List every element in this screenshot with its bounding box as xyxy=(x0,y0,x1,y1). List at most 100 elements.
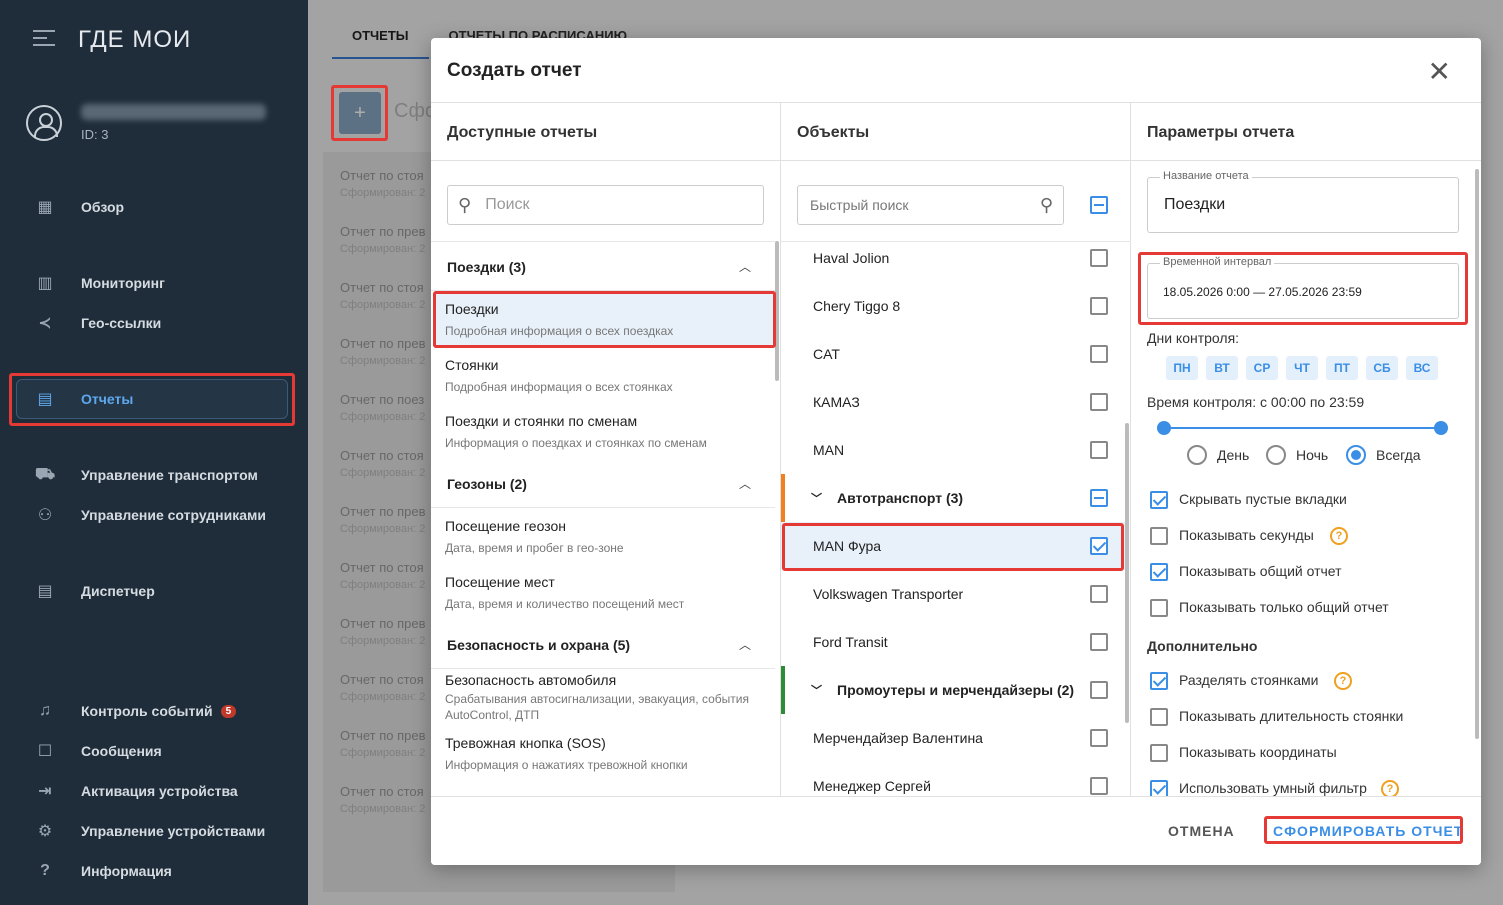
chevron-down-icon[interactable]: ﹀ xyxy=(811,682,822,698)
checkbox-only-summary[interactable] xyxy=(1150,599,1168,617)
people-icon: ⚇ xyxy=(37,507,53,524)
checkbox-checked[interactable] xyxy=(1090,537,1108,555)
sidebar: ГДЕ МОИ ID: 3 ▦ Обзор ▥ Мониторинг ≺ Гео-сс… xyxy=(0,0,308,905)
generate-report-button[interactable]: СФОРМИРОВАТЬ ОТЧЕТ xyxy=(1273,823,1463,839)
report-item-sos[interactable]: Тревожная кнопка (SOS) Информация о нажат… xyxy=(445,735,775,773)
sidebar-item-info[interactable]: ? Информация xyxy=(35,859,172,883)
chevron-down-icon[interactable]: ﹀ xyxy=(811,490,822,506)
checkbox[interactable] xyxy=(1090,249,1108,267)
checkbox-hide-empty[interactable] xyxy=(1150,491,1168,509)
day-mon[interactable]: ПН xyxy=(1166,356,1198,380)
extra-header: Дополнительно xyxy=(1147,638,1258,654)
sidebar-item-events[interactable]: ♫ Контроль событий 5 xyxy=(35,699,237,723)
object-group-row[interactable]: ﹀ Промоутеры и мерчендайзеры (2) xyxy=(781,666,1129,714)
object-row[interactable]: Haval Jolion xyxy=(781,234,1129,282)
object-row[interactable]: Ford Transit xyxy=(781,618,1129,666)
checkbox-show-summary[interactable] xyxy=(1150,563,1168,581)
day-wed[interactable]: СР xyxy=(1246,356,1278,380)
object-row[interactable]: Chery Tiggo 8 xyxy=(781,282,1129,330)
time-slider-end-handle[interactable] xyxy=(1434,421,1448,435)
params-header: Параметры отчета xyxy=(1147,124,1295,141)
radio-day[interactable] xyxy=(1187,445,1207,465)
object-row[interactable]: MAN xyxy=(781,426,1129,474)
reports-search-input[interactable]: ⚲ Поиск xyxy=(447,185,764,225)
day-tue[interactable]: ВТ xyxy=(1206,356,1238,380)
object-row[interactable]: КАМАЗ xyxy=(781,378,1129,426)
group-checkbox[interactable] xyxy=(1090,489,1108,507)
sidebar-item-dispatcher[interactable]: ▤ Диспетчер xyxy=(35,579,154,603)
checkbox-show-seconds[interactable] xyxy=(1150,527,1168,545)
object-row[interactable]: Мерчендайзер Валентина xyxy=(781,714,1129,762)
report-name-field[interactable]: Название отчета Поездки xyxy=(1147,170,1459,233)
checkbox-split-by-parking[interactable] xyxy=(1150,672,1168,690)
help-icon[interactable]: ? xyxy=(1330,527,1348,545)
object-group-row[interactable]: ﹀ Автотранспорт (3) xyxy=(781,474,1129,522)
report-item-parking[interactable]: Стоянки Подробная информация о всех стоян… xyxy=(445,357,775,395)
divider xyxy=(431,241,775,242)
object-row[interactable]: CAT xyxy=(781,330,1129,378)
sidebar-item-activation[interactable]: ⇥ Активация устройства xyxy=(35,779,237,803)
group-geozones[interactable]: Геозоны (2) xyxy=(447,476,527,492)
sidebar-item-monitoring[interactable]: ▥ Мониторинг xyxy=(35,271,165,295)
sidebar-item-geolinks[interactable]: ≺ Гео-ссылки xyxy=(35,311,161,335)
help-icon[interactable]: ? xyxy=(1334,672,1352,690)
chevron-up-icon[interactable]: ︿ xyxy=(739,258,751,275)
menu-icon[interactable] xyxy=(33,30,55,48)
option-label: Использовать умный фильтр xyxy=(1179,780,1367,796)
sidebar-item-messages[interactable]: ☐ Сообщения xyxy=(35,739,162,763)
time-slider-start-handle[interactable] xyxy=(1157,421,1171,435)
scrollbar[interactable] xyxy=(1475,169,1479,739)
share-icon: ≺ xyxy=(38,315,52,332)
report-item-geozone-visits[interactable]: Посещение геозон Дата, время и пробег в г… xyxy=(445,518,775,556)
avatar[interactable] xyxy=(26,105,62,141)
scrollbar[interactable] xyxy=(775,241,779,381)
report-item-shifts[interactable]: Поездки и стоянки по сменам Информация о … xyxy=(445,413,775,451)
checkbox[interactable] xyxy=(1090,777,1108,795)
checkbox[interactable] xyxy=(1090,345,1108,363)
group-security[interactable]: Безопасность и охрана (5) xyxy=(447,637,630,653)
checkbox[interactable] xyxy=(1090,633,1108,651)
option-label: Показывать координаты xyxy=(1179,744,1337,760)
sidebar-item-reports[interactable]: ▤ Отчеты xyxy=(35,387,133,411)
sidebar-item-employees[interactable]: ⚇ Управление сотрудниками xyxy=(35,503,266,527)
day-sat[interactable]: СБ xyxy=(1366,356,1398,380)
checkbox[interactable] xyxy=(1090,297,1108,315)
report-item-trips[interactable]: Поездки Подробная информация о всех поезд… xyxy=(445,301,775,339)
option-label: Показывать только общий отчет xyxy=(1179,599,1389,615)
day-thu[interactable]: ЧТ xyxy=(1286,356,1318,380)
day-sun[interactable]: ВС xyxy=(1406,356,1438,380)
bell-icon: ♫ xyxy=(39,702,51,719)
close-icon[interactable]: ✕ xyxy=(1428,58,1451,86)
checkbox[interactable] xyxy=(1090,393,1108,411)
object-row-selected[interactable]: MAN Фура xyxy=(781,522,1129,570)
group-color-stripe xyxy=(781,666,785,714)
group-trips[interactable]: Поездки (3) xyxy=(447,259,526,275)
radio-always[interactable] xyxy=(1346,445,1366,465)
scrollbar[interactable] xyxy=(1125,423,1129,723)
objects-search-input[interactable]: Быстрый поиск ⚲ xyxy=(797,185,1064,225)
report-item-car-security[interactable]: Безопасность автомобиля Срабатывания авто… xyxy=(445,672,775,723)
checkbox-show-coords[interactable] xyxy=(1150,744,1168,762)
checkbox[interactable] xyxy=(1090,441,1108,459)
time-interval-field[interactable]: Временной интервал 18.05.2026 0:00 — 27.… xyxy=(1147,256,1459,319)
group-checkbox[interactable] xyxy=(1090,681,1108,699)
checkbox[interactable] xyxy=(1090,729,1108,747)
select-all-checkbox[interactable] xyxy=(1090,196,1108,214)
map-icon: ▥ xyxy=(37,275,53,292)
divider xyxy=(1131,160,1481,161)
report-item-place-visits[interactable]: Посещение мест Дата, время и количество п… xyxy=(445,574,775,612)
divider xyxy=(431,290,775,291)
time-slider-track[interactable] xyxy=(1163,427,1441,429)
sidebar-item-transport[interactable]: ⛟ Управление транспортом xyxy=(35,463,258,487)
chevron-up-icon[interactable]: ︿ xyxy=(739,636,751,653)
chevron-up-icon[interactable]: ︿ xyxy=(739,475,751,492)
checkbox-parking-duration[interactable] xyxy=(1150,708,1168,726)
radio-night[interactable] xyxy=(1266,445,1286,465)
sidebar-item-overview[interactable]: ▦ Обзор xyxy=(35,195,124,219)
cancel-button[interactable]: ОТМЕНА xyxy=(1168,823,1235,839)
sidebar-item-devices[interactable]: ⚙ Управление устройствами xyxy=(35,819,265,843)
day-fri[interactable]: ПТ xyxy=(1326,356,1358,380)
logo: ГДЕ МОИ xyxy=(78,26,192,53)
checkbox[interactable] xyxy=(1090,585,1108,603)
object-row[interactable]: Volkswagen Transporter xyxy=(781,570,1129,618)
